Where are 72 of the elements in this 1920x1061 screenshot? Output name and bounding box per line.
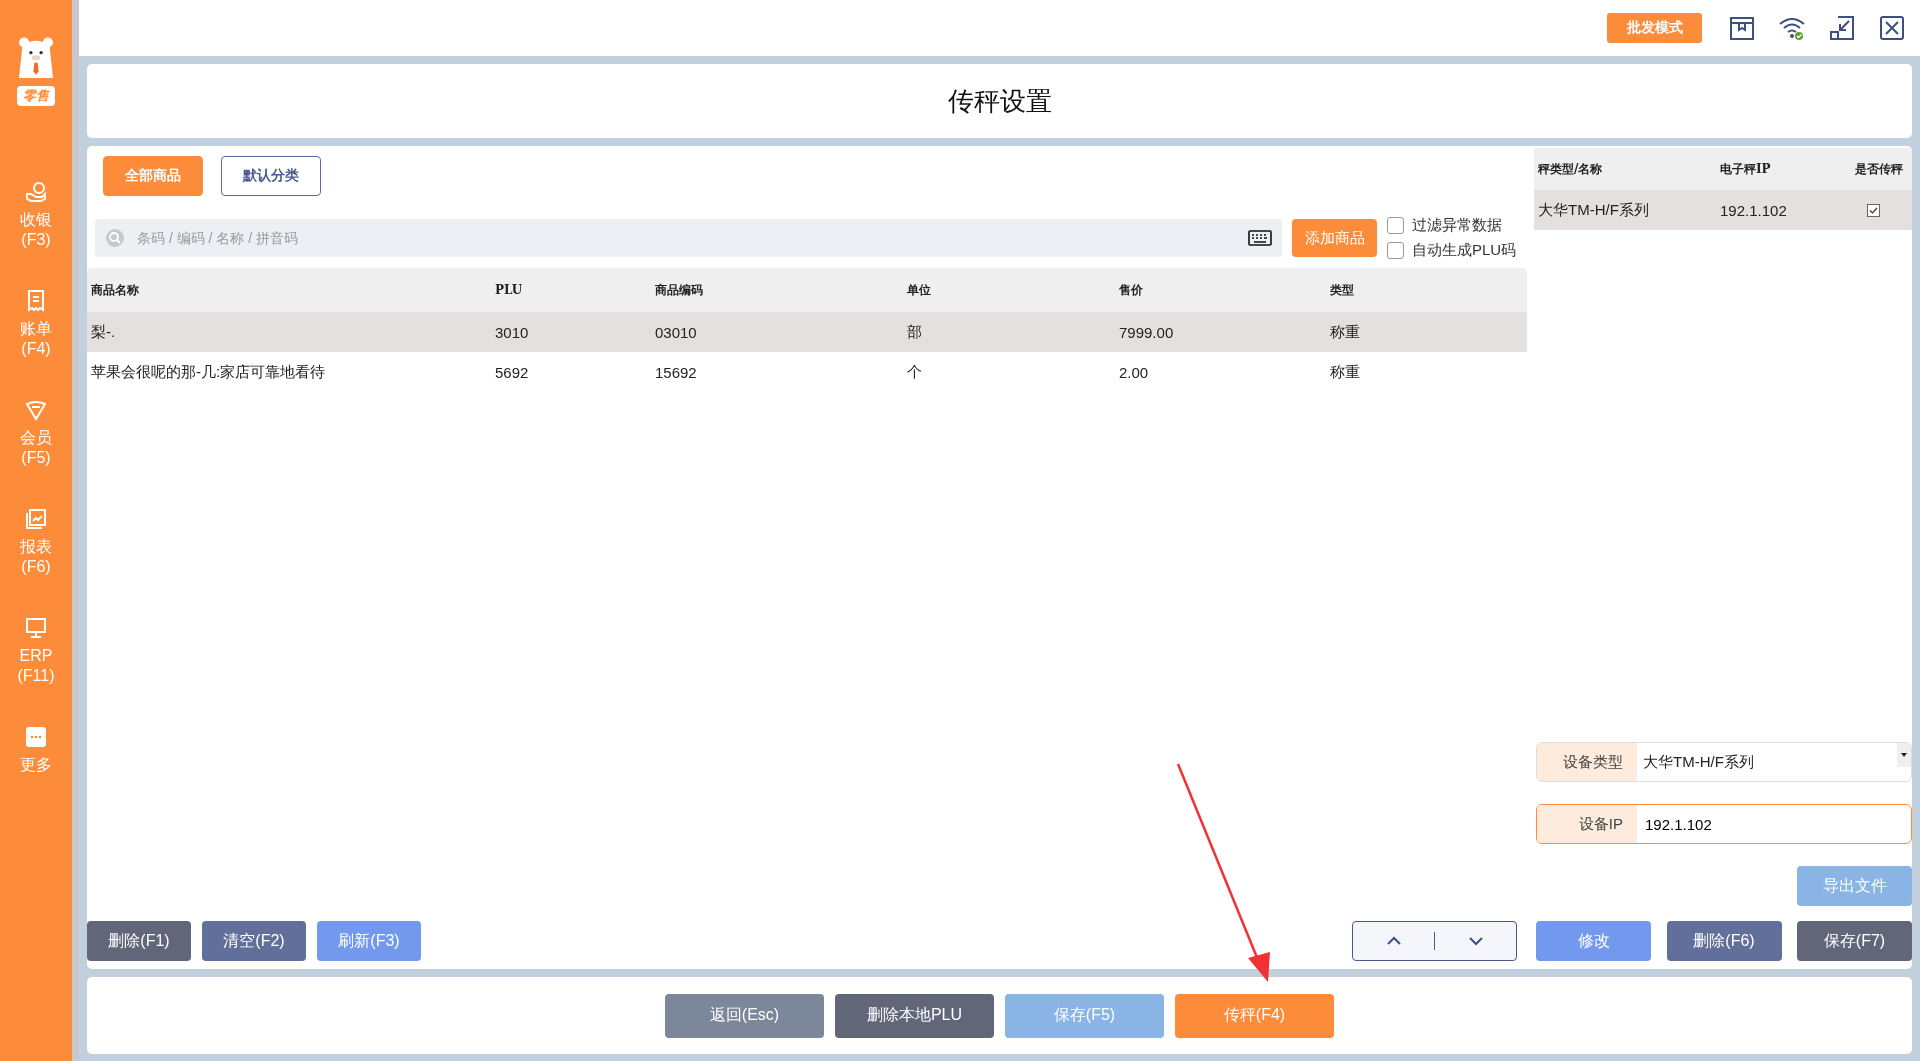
mode-button[interactable]: 批发模式 bbox=[1607, 13, 1702, 43]
field-label: 设备类型 bbox=[1537, 743, 1637, 781]
coin-hand-icon bbox=[24, 180, 48, 204]
column-header: 是否传秤 bbox=[1855, 160, 1904, 178]
table-cell-text: 03010 bbox=[655, 323, 698, 341]
device-type-select[interactable]: 设备类型 大华TM-H/F系列 bbox=[1536, 742, 1912, 782]
action-button[interactable]: 清空(F2) bbox=[202, 921, 306, 961]
action-button[interactable]: 刷新(F3) bbox=[317, 921, 421, 961]
action-button[interactable]: 保存(F7) bbox=[1797, 921, 1912, 961]
chart-icon bbox=[24, 507, 48, 531]
table-cell-text: 2.00 bbox=[1119, 363, 1150, 381]
box-icon[interactable] bbox=[1728, 14, 1756, 42]
category-tab[interactable]: 默认分类 bbox=[221, 156, 321, 196]
sidebar-item[interactable]: 收银 (F3) bbox=[20, 180, 52, 250]
close-icon[interactable] bbox=[1878, 14, 1906, 42]
column-header: 类型 bbox=[1330, 281, 1355, 299]
footer-button[interactable]: 删除本地PLU bbox=[835, 993, 994, 1038]
search-field[interactable]: 条码 / 编码 / 名称 / 拼音码 bbox=[95, 219, 1282, 257]
product-row[interactable]: 梨-. 3010 03010 部 7999.00 称重 bbox=[87, 312, 1527, 352]
monitor-icon bbox=[24, 616, 48, 640]
footer-button[interactable]: 返回(Esc) bbox=[665, 993, 824, 1038]
table-cell-text: 3010 bbox=[495, 323, 530, 341]
scale-row[interactable]: 大华TM-H/F系列 192.1.102 bbox=[1534, 190, 1912, 230]
search-input[interactable]: 条码 / 编码 / 名称 / 拼音码 bbox=[135, 229, 1238, 247]
table-cell-text: 苹果会很呢的那-几:家店可靠地看待 bbox=[91, 362, 327, 382]
select-value: 大华TM-H/F系列 bbox=[1642, 751, 1755, 772]
page-title: 传秤设置 bbox=[947, 84, 1052, 118]
action-button[interactable]: 修改 bbox=[1536, 921, 1651, 961]
table-cell-text: 部 bbox=[907, 322, 923, 342]
shrink-window-icon[interactable] bbox=[1828, 14, 1856, 42]
table-cell-text: 称重 bbox=[1330, 322, 1361, 342]
search-icon bbox=[105, 228, 125, 248]
category-tab[interactable]: 全部商品 bbox=[103, 156, 203, 196]
table-cell-text: 称重 bbox=[1330, 362, 1361, 382]
action-button[interactable]: 删除(F6) bbox=[1666, 921, 1782, 961]
column-header: 商品编码 bbox=[655, 281, 704, 299]
product-row[interactable]: 苹果会很呢的那-几:家店可靠地看待 5692 15692 个 2.00 称重 bbox=[87, 352, 1527, 392]
table-cell-text: 大华TM-H/F系列 bbox=[1538, 200, 1650, 220]
table-cell-text: 梨-. bbox=[91, 322, 117, 342]
table-cell-text: 7999.00 bbox=[1119, 323, 1175, 341]
footer-button[interactable]: 保存(F5) bbox=[1005, 993, 1164, 1038]
sidebar-item[interactable]: ERP (F11) bbox=[17, 616, 55, 686]
diamond-icon bbox=[24, 398, 48, 422]
sidebar-item[interactable]: 更多 bbox=[20, 725, 52, 775]
column-header: 秤类型/名称 bbox=[1538, 160, 1604, 178]
column-header: 商品名称 bbox=[91, 281, 140, 299]
transfer-checkbox[interactable] bbox=[1867, 203, 1880, 217]
sidebar-item[interactable]: 账单 (F4) bbox=[20, 289, 52, 359]
add-product-button[interactable]: 添加商品 bbox=[1292, 219, 1377, 257]
column-header: 电子秤IP bbox=[1720, 160, 1772, 178]
sidebar-item[interactable]: 会员 (F5) bbox=[20, 398, 52, 468]
table-cell-text: 个 bbox=[907, 362, 923, 382]
column-header: PLU bbox=[495, 283, 524, 297]
table-cell-text: 192.1.102 bbox=[1720, 201, 1788, 219]
table-cell-text: 5692 bbox=[495, 363, 530, 381]
sidebar-item[interactable]: 报表 (F6) bbox=[20, 507, 52, 577]
field-label: 设备IP bbox=[1537, 805, 1637, 843]
column-header: 单位 bbox=[907, 281, 932, 299]
option-checkbox[interactable]: 过滤异常数据 bbox=[1387, 216, 1527, 235]
export-button[interactable]: 导出文件 bbox=[1797, 866, 1912, 906]
keyboard-icon[interactable] bbox=[1248, 230, 1272, 246]
footer-button[interactable]: 传秤(F4) bbox=[1175, 993, 1334, 1038]
table-cell-text: 15692 bbox=[655, 363, 698, 381]
more-icon bbox=[24, 725, 48, 749]
logo-text: 零售 bbox=[17, 86, 55, 106]
chevron-up-icon bbox=[1385, 936, 1402, 946]
caret-down-icon bbox=[1901, 753, 1907, 757]
chevron-down-icon bbox=[1467, 936, 1484, 946]
action-button[interactable]: 删除(F1) bbox=[87, 921, 191, 961]
column-header: 售价 bbox=[1119, 281, 1144, 299]
option-checkbox[interactable]: 自动生成PLU码 bbox=[1387, 241, 1527, 260]
device-ip-field[interactable]: 设备IP 192.1.102 bbox=[1536, 804, 1912, 844]
